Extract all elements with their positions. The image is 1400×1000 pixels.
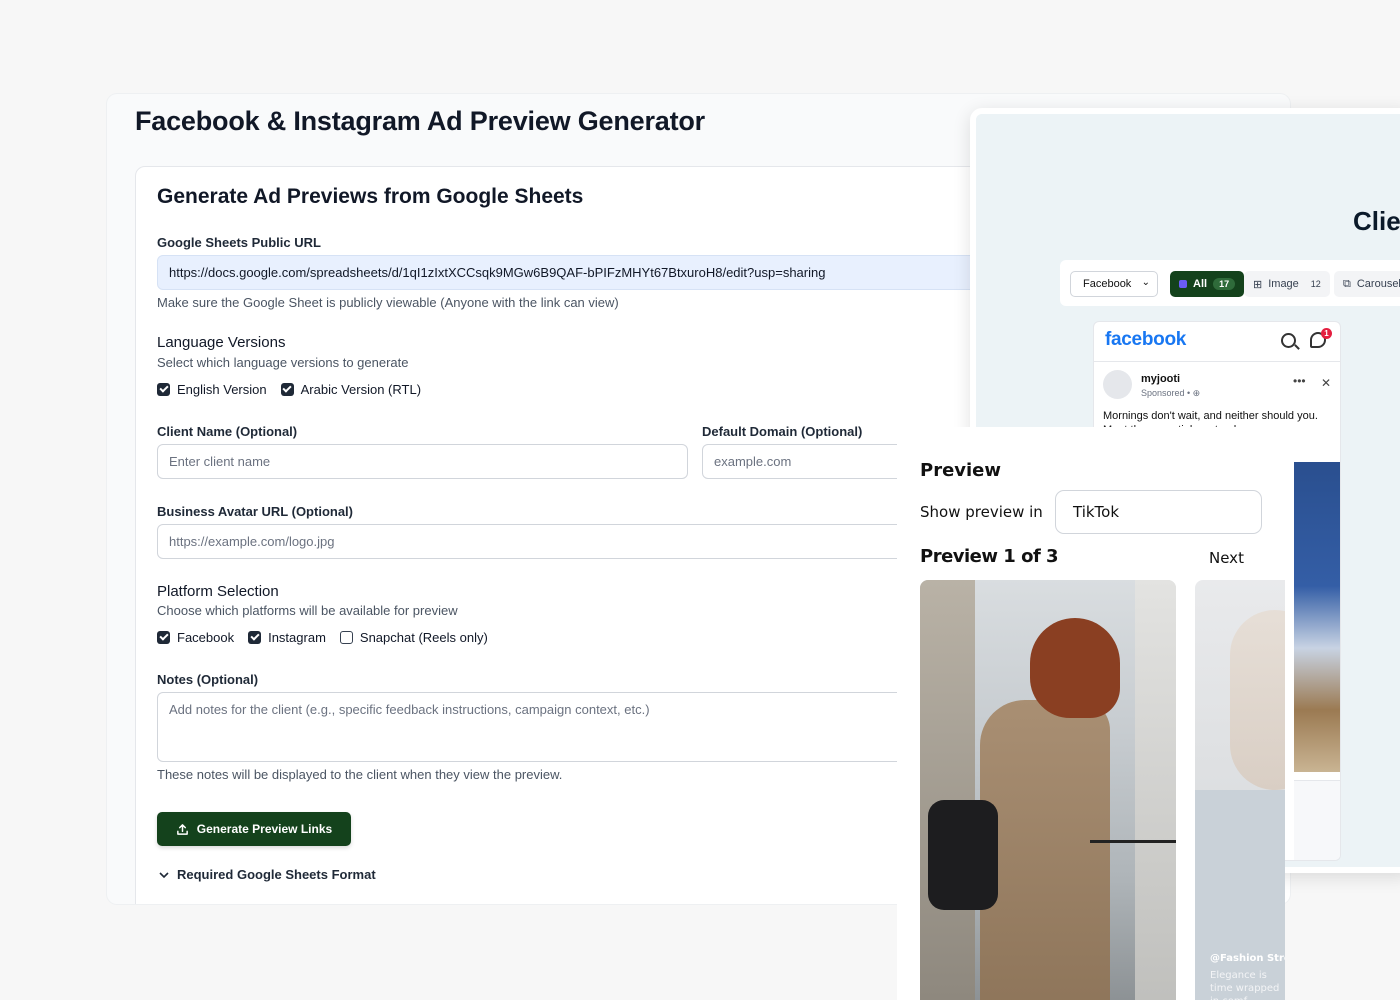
notes-label: Notes (Optional) [157,672,259,687]
instagram-label: Instagram [268,630,326,645]
avatar [1103,370,1132,399]
facebook-logo: facebook [1105,329,1187,350]
avatar-url-label: Business Avatar URL (Optional) [157,504,353,519]
image-icon: ⊞ [1253,278,1263,291]
upload-icon [176,823,188,835]
checkbox-checked-icon[interactable] [280,383,294,396]
search-icon[interactable] [1281,333,1296,348]
facebook-header: facebook 1 [1094,322,1340,362]
woman-hair [1030,618,1120,718]
default-domain-label: Default Domain (Optional) [702,424,863,439]
checkbox-unchecked-icon[interactable] [339,631,353,644]
sheet-url-label: Google Sheets Public URL [157,235,321,250]
chip-image-count: 12 [1310,279,1321,289]
chip-carousel-label: Carousel [1356,278,1400,290]
card-handle: @Fashion Stree [1210,953,1285,964]
english-label: English Version [177,382,267,397]
filter-chip-all[interactable]: All 17 [1170,271,1245,297]
platform-checkboxes: Facebook Instagram Snapchat (Reels only) [157,630,502,645]
language-title: Language Versions [157,334,286,351]
preview-counter: Preview 1 of 3 [920,546,1059,567]
generate-label: Generate Preview Links [196,822,333,836]
platform-subtitle: Choose which platforms will be available… [157,603,458,618]
checkbox-checked-icon[interactable] [157,631,170,644]
instagram-checkbox[interactable]: Instagram [248,630,326,645]
notes-help: These notes will be displayed to the cli… [157,767,563,782]
notification-badge: 1 [1321,328,1332,339]
sheet-url-help: Make sure the Google Sheet is publicly v… [157,295,619,310]
preview-title: Preview [920,460,1002,481]
platform-select[interactable]: Facebook ⌄ [1070,271,1158,297]
client-name-label: Client Name (Optional) [157,424,298,439]
chip-all-label: All [1193,278,1208,290]
chip-image-label: Image [1268,278,1299,290]
filter-chip-carousel[interactable]: ⧉ Carousel [1334,271,1400,297]
facebook-label: Facebook [177,630,235,645]
card-title: Generate Ad Previews from Google Sheets [157,185,584,208]
preview-card-image[interactable] [920,580,1176,1000]
language-subtitle: Select which language versions to genera… [157,355,409,370]
snapchat-checkbox[interactable]: Snapchat (Reels only) [339,630,488,645]
filter-chip-image[interactable]: ⊞ Image 12 [1244,271,1330,297]
show-preview-label: Show preview in [920,503,1043,521]
preview-card-next[interactable]: @Fashion Stree Elegance is time wrapped … [1195,580,1285,1000]
next-button[interactable]: Next [1209,549,1244,567]
generate-preview-links-button[interactable]: Generate Preview Links [157,812,351,846]
backpack [928,800,998,910]
balcony-rail [1090,840,1176,843]
page-title: Facebook & Instagram Ad Preview Generato… [135,106,705,136]
snapchat-label: Snapchat (Reels only) [359,630,488,645]
required-format-label: Required Google Sheets Format [177,867,376,882]
ad-footer [1294,780,1340,860]
carousel-icon: ⧉ [1343,277,1351,290]
required-format-toggle[interactable]: Required Google Sheets Format [159,867,376,882]
arabic-label: Arabic Version (RTL) [300,382,422,397]
woman-coat [980,700,1110,1000]
language-checkboxes: English Version Arabic Version (RTL) [157,382,435,397]
model-portrait [1230,610,1285,790]
preview-panel: Preview Show preview in TikTok Preview 1… [897,427,1285,1000]
all-icon [1179,280,1187,288]
background-building [1135,580,1176,1000]
card-caption: Elegance is time wrapped in comf [1210,970,1280,1000]
platform-select-value: Facebook [1083,278,1132,290]
facebook-checkbox[interactable]: Facebook [157,630,234,645]
arabic-checkbox[interactable]: Arabic Version (RTL) [280,382,422,397]
chevron-down-icon: ⌄ [1141,277,1150,288]
ad-image [1294,462,1340,772]
checkbox-checked-icon[interactable] [248,631,262,644]
more-icon[interactable]: ••• [1293,374,1306,388]
client-window-title: Clie [1353,206,1400,236]
checkbox-checked-icon[interactable] [157,383,170,396]
preview-platform-select[interactable]: TikTok [1055,490,1262,534]
post-sponsored: Sponsored • ⊕ [1141,388,1201,398]
chip-all-count: 17 [1213,278,1236,290]
platform-title: Platform Selection [157,583,279,600]
filter-bar: Facebook ⌄ All 17 ⊞ Image 12 ⧉ Carousel [1060,260,1400,306]
chevron-down-icon [159,871,169,878]
post-author: myjooti [1141,373,1181,385]
client-name-input[interactable]: Enter client name [157,444,688,479]
background-building [920,580,975,1000]
close-icon[interactable]: ✕ [1321,376,1331,390]
english-checkbox[interactable]: English Version [157,382,267,397]
